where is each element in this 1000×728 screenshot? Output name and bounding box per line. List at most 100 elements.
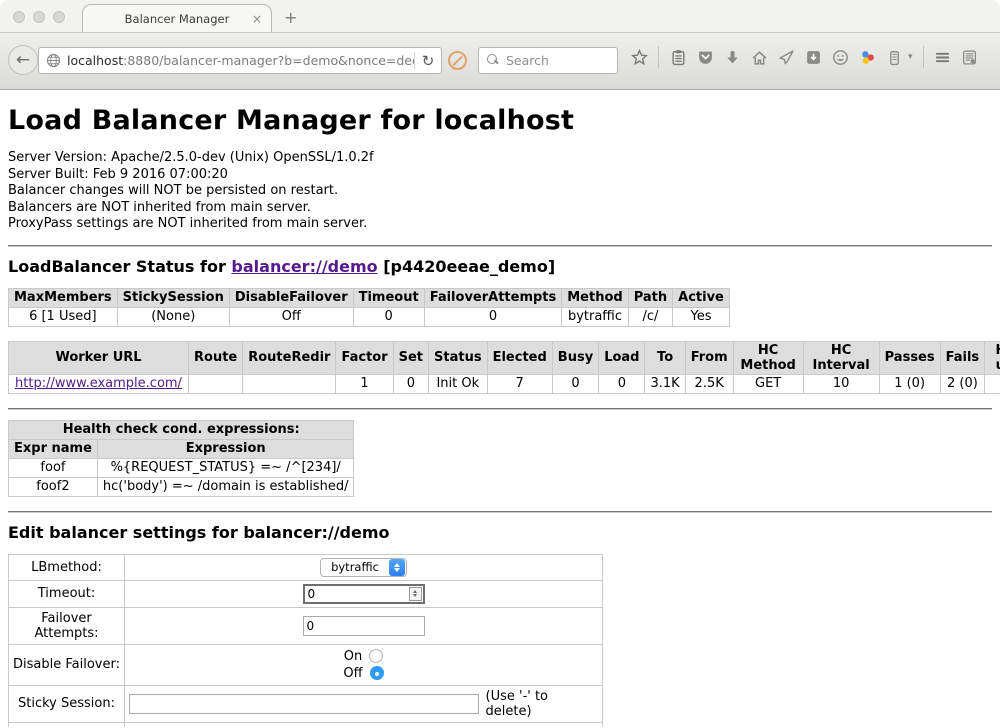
back-button[interactable]: ←: [8, 45, 38, 75]
zoom-window-button[interactable]: [53, 11, 65, 23]
new-tab-button[interactable]: +: [284, 8, 297, 27]
proxypass-note-line: ProxyPass settings are NOT inherited fro…: [8, 216, 992, 233]
save-box-icon[interactable]: [804, 48, 822, 66]
status-heading: LoadBalancer Status for balancer://demo …: [8, 257, 992, 276]
lbmethod-select[interactable]: bytraffic: [320, 558, 407, 577]
battery-dropdown-caret-icon[interactable]: ▾: [908, 52, 913, 62]
health-table-title: Health check cond. expressions:: [9, 420, 354, 439]
block-icon[interactable]: [448, 51, 467, 70]
cell-worker-url: http://www.example.com/: [9, 374, 189, 393]
table-row: 6 [1 Used] (None) Off 0 0 bytraffic /c/ …: [9, 307, 730, 326]
url-domain: localhost: [67, 53, 123, 68]
tab-balancer-manager[interactable]: Balancer Manager ×: [82, 4, 272, 33]
url-bar[interactable]: localhost:8880/balancer-manager?b=demo&n…: [38, 47, 442, 74]
balancer-manager-page: Load Balancer Manager for localhost Serv…: [0, 90, 1000, 727]
menu-icon[interactable]: [934, 48, 952, 66]
timeout-input-wrap: [303, 584, 425, 604]
health-check-table: Health check cond. expressions: Expr nam…: [8, 420, 354, 497]
feedback-smiley-icon[interactable]: [831, 48, 849, 66]
url-text[interactable]: localhost:8880/balancer-manager?b=demo&n…: [67, 53, 414, 68]
col-routeredir: RouteRedir: [243, 341, 336, 374]
toolbar-separator: [658, 46, 659, 68]
sticky-session-cell: (Use '-' to delete): [125, 685, 603, 722]
col-set: Set: [393, 341, 428, 374]
expr-row: foof2 hc('body') =~ /domain is establish…: [9, 477, 354, 496]
minimize-window-button[interactable]: [33, 11, 45, 23]
timeout-label: Timeout:: [9, 580, 125, 607]
radio-off-line: Off: [129, 665, 598, 682]
timeout-input[interactable]: [305, 587, 409, 601]
disable-failover-cell: On Off: [125, 644, 603, 685]
col-stickysession: StickySession: [117, 288, 229, 307]
cell-set: 0: [393, 374, 428, 393]
close-window-button[interactable]: [13, 11, 25, 23]
bookmark-star-icon[interactable]: [630, 48, 648, 66]
divider: [8, 511, 992, 513]
battery-icon[interactable]: [885, 48, 903, 66]
radio-on[interactable]: [369, 649, 383, 663]
server-built-line: Server Built: Feb 9 2016 07:00:20: [8, 167, 992, 184]
cell-from: 2.5K: [685, 374, 733, 393]
col-factor: Factor: [336, 341, 393, 374]
radio-off[interactable]: [370, 666, 384, 680]
toolbar-separator: [923, 46, 924, 68]
col-failoverattempts: FailoverAttempts: [424, 288, 562, 307]
lbmethod-label: LBmethod:: [9, 554, 125, 580]
home-icon[interactable]: [750, 48, 768, 66]
col-worker-url: Worker URL: [9, 341, 189, 374]
reload-icon[interactable]: ↻: [415, 52, 441, 70]
failover-attempts-cell: [125, 607, 603, 644]
failover-attempts-input[interactable]: [303, 616, 425, 636]
sticky-session-row: Sticky Session: (Use '-' to delete): [9, 685, 603, 722]
cell-elected: 7: [487, 374, 552, 393]
downloads-icon[interactable]: [723, 48, 741, 66]
tab-close-icon[interactable]: ×: [252, 12, 262, 26]
cell-active: Yes: [673, 307, 730, 326]
cell-disablefailover: Off: [229, 307, 353, 326]
send-tab-icon[interactable]: [777, 48, 795, 66]
col-busy: Busy: [552, 341, 598, 374]
server-version-line: Server Version: Apache/2.5.0-dev (Unix) …: [8, 150, 992, 167]
window-controls[interactable]: [13, 11, 65, 23]
browser-window: Balancer Manager × + ← localhost:8880/ba…: [0, 0, 1000, 728]
pocket-icon[interactable]: [696, 48, 714, 66]
col-timeout: Timeout: [353, 288, 424, 307]
table-header-row: MaxMembers StickySession DisableFailover…: [9, 288, 730, 307]
expr-row: foof %{REQUEST_STATUS} =~ /^[234]/: [9, 458, 354, 477]
number-spinner-icon[interactable]: [409, 587, 422, 601]
col-method: Method: [562, 288, 628, 307]
disable-failover-label: Disable Failover:: [9, 644, 125, 685]
status-heading-prefix: LoadBalancer Status for: [8, 257, 231, 276]
col-route: Route: [189, 341, 243, 374]
edit-settings-heading: Edit balancer settings for balancer://de…: [8, 523, 992, 542]
lbmethod-cell: bytraffic: [125, 554, 603, 580]
cell-timeout: 0: [353, 307, 424, 326]
col-active: Active: [673, 288, 730, 307]
cell-fails: 2 (0): [940, 374, 985, 393]
col-hc-uri: HC uri: [985, 341, 1000, 374]
cell-expression: hc('body') =~ /domain is established/: [97, 477, 354, 496]
timeout-cell: [125, 580, 603, 607]
radio-on-line: On: [129, 648, 598, 665]
grid-page-icon[interactable]: [961, 48, 979, 66]
sticky-session-input[interactable]: [129, 694, 479, 714]
cell-status: Init Ok: [429, 374, 488, 393]
lbmethod-selected-value: bytraffic: [331, 560, 379, 574]
edit-balancer-form: LBmethod: bytraffic Timeout:: [8, 554, 603, 728]
cell-route: [189, 374, 243, 393]
timeout-row: Timeout:: [9, 580, 603, 607]
worker-row: http://www.example.com/ 1 0 Init Ok 7 0 …: [9, 374, 1000, 393]
cell-stickysession: (None): [117, 307, 229, 326]
balancer-status-table: MaxMembers StickySession DisableFailover…: [8, 288, 730, 327]
search-bar[interactable]: Search: [478, 47, 618, 74]
balancer-demo-link[interactable]: balancer://demo: [231, 257, 377, 276]
page-title: Load Balancer Manager for localhost: [8, 105, 992, 136]
divider: [8, 408, 992, 410]
cell-hc-uri: [985, 374, 1000, 393]
clipboard-icon[interactable]: [669, 48, 687, 66]
worker-url-link[interactable]: http://www.example.com/: [15, 376, 182, 391]
colored-dots-icon[interactable]: [858, 48, 876, 66]
search-placeholder[interactable]: Search: [506, 53, 549, 68]
col-hc-method: HC Method: [733, 341, 803, 374]
cell-maxmembers: 6 [1 Used]: [9, 307, 118, 326]
